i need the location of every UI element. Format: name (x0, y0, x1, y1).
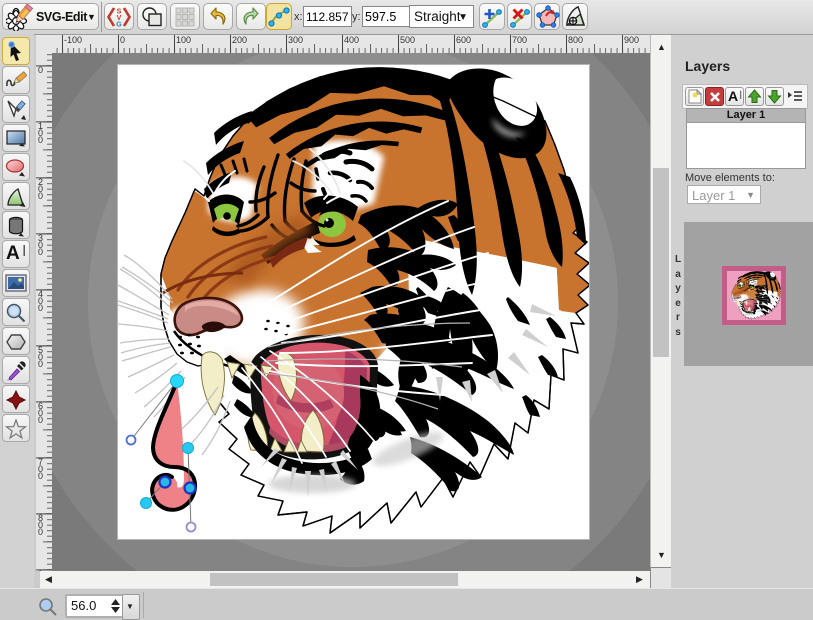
svg-text:G: G (116, 22, 122, 29)
